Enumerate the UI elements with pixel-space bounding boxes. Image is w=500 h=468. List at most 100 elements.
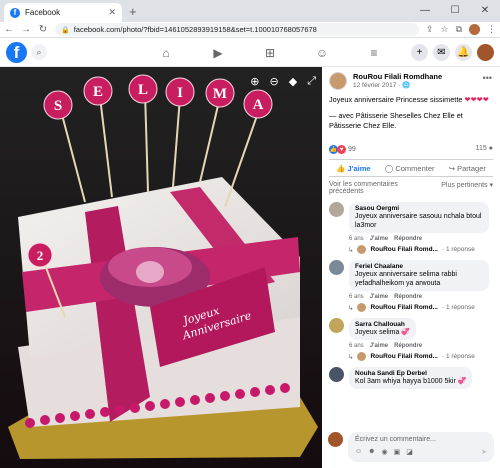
groups-icon[interactable]: ☺ bbox=[296, 46, 348, 60]
reply-thread[interactable]: ↳ RouRou Filali Romd... · 1 réponse bbox=[322, 242, 500, 257]
cake-age-number: 2 bbox=[37, 248, 44, 263]
reply-count: · 1 réponse bbox=[441, 353, 475, 360]
post-text-line2: — avec Pâtisserie Sheselles Chez Elle et… bbox=[329, 111, 463, 130]
marketplace-icon[interactable]: ⊞ bbox=[244, 46, 296, 60]
emoji-icon[interactable]: ☻ bbox=[368, 448, 375, 456]
commenter-avatar[interactable] bbox=[329, 367, 344, 382]
comment-text: Joyeux selima 💞 bbox=[355, 329, 411, 336]
post-options-icon[interactable]: ••• bbox=[483, 73, 492, 83]
my-avatar bbox=[328, 432, 343, 447]
maximize-button[interactable]: ☐ bbox=[440, 0, 470, 22]
post-side-panel: RouRou Filali Romdhane 12 février 2017 ·… bbox=[322, 67, 500, 468]
replier-name: RouRou Filali Romd... bbox=[370, 353, 438, 360]
avatar-sticker-icon[interactable]: ☺ bbox=[355, 448, 362, 456]
send-icon[interactable]: ➤ bbox=[481, 448, 487, 456]
close-window-button[interactable]: ✕ bbox=[470, 0, 500, 22]
share-button[interactable]: ↪ Partager bbox=[449, 164, 486, 173]
tab-close-icon[interactable]: ✕ bbox=[108, 7, 116, 18]
comment-reply-link[interactable]: Répondre bbox=[394, 236, 422, 242]
reply-arrow-icon: ↳ bbox=[348, 304, 354, 312]
share-page-icon[interactable]: ⇪ bbox=[426, 24, 434, 35]
comment-time[interactable]: 6 ans bbox=[349, 343, 364, 349]
reply-count: · 1 réponse bbox=[441, 304, 475, 311]
post-text-line1: Joyeux anniversaire Princesse sissimette bbox=[329, 95, 465, 104]
commenter-name[interactable]: Feriel Chaalane bbox=[355, 263, 483, 270]
create-plus-icon[interactable]: + bbox=[411, 44, 428, 61]
watch-icon[interactable]: ▶ bbox=[192, 46, 244, 60]
comment-like-link[interactable]: J'aime bbox=[370, 236, 388, 242]
reactions-summary[interactable]: 👍 ♥ 99 bbox=[329, 145, 356, 154]
account-avatar[interactable] bbox=[477, 44, 494, 61]
sticker-icon[interactable]: ◪ bbox=[406, 448, 413, 456]
like-button[interactable]: 👍 J'aime bbox=[336, 164, 371, 173]
sort-comments-dropdown[interactable]: Plus pertinents ▾ bbox=[441, 181, 493, 195]
address-bar-row: ← → ↻ 🔒 facebook.com/photo/?fbid=1461052… bbox=[0, 22, 500, 38]
comment-time[interactable]: 6 ans bbox=[349, 236, 364, 242]
url-field[interactable]: 🔒 facebook.com/photo/?fbid=1461052893919… bbox=[55, 23, 419, 36]
profile-avatar-icon[interactable] bbox=[469, 24, 480, 35]
zoom-in-icon[interactable]: ⊕ bbox=[250, 75, 259, 88]
photo-viewer[interactable]: S E L I M A 2 Joyeux Anniversaire ⊕ ⊖ ◆ … bbox=[0, 67, 322, 468]
extensions-icon[interactable]: ⧉ bbox=[456, 24, 462, 35]
forward-icon[interactable]: → bbox=[21, 24, 31, 35]
back-icon[interactable]: ← bbox=[4, 24, 14, 35]
notifications-bell-icon[interactable]: 🔔 bbox=[455, 44, 472, 61]
messenger-icon[interactable]: ✉ bbox=[433, 44, 450, 61]
fullscreen-icon[interactable]: ⤢ bbox=[307, 75, 316, 88]
gif-icon[interactable]: ▣ bbox=[394, 448, 401, 456]
new-tab-button[interactable]: + bbox=[129, 4, 137, 19]
facebook-top-bar: f ⌕ ⌂ ▶ ⊞ ☺ ≡ + ✉ 🔔 bbox=[0, 38, 500, 67]
comment-text: Kol 3am whiya hayya b1000 5kir 💞 bbox=[355, 378, 467, 385]
privacy-globe-icon: 🌐 bbox=[402, 82, 411, 89]
comment-like-link[interactable]: J'aime bbox=[370, 294, 388, 300]
facebook-logo-icon[interactable]: f bbox=[6, 41, 27, 63]
previous-comments-link[interactable]: Voir les commentaires précédents bbox=[329, 181, 419, 195]
commenter-name[interactable]: Nouha Sandi Ep Derbel bbox=[355, 370, 466, 377]
commenter-avatar[interactable] bbox=[329, 260, 344, 275]
comment-text: Joyeux anniversaire sasouu nchala btoul … bbox=[355, 213, 482, 229]
minimize-button[interactable]: — bbox=[410, 0, 440, 22]
lock-icon: 🔒 bbox=[61, 26, 70, 34]
tab-title: Facebook bbox=[25, 8, 61, 17]
tag-icon[interactable]: ◆ bbox=[289, 75, 297, 88]
browser-tab[interactable]: f Facebook ✕ bbox=[4, 3, 122, 22]
comment-time[interactable]: 6 ans bbox=[349, 294, 364, 300]
camera-icon[interactable]: ◉ bbox=[382, 448, 388, 456]
replier-name: RouRou Filali Romd... bbox=[370, 246, 438, 253]
comment-button[interactable]: ◯ Commenter bbox=[385, 164, 435, 173]
cake-letter-3: L bbox=[138, 82, 148, 98]
comment-reply-link[interactable]: Répondre bbox=[394, 343, 422, 349]
commenter-avatar[interactable] bbox=[329, 202, 344, 217]
comment-count[interactable]: 115 bbox=[476, 145, 487, 152]
comment-bubble-icon: ● bbox=[488, 145, 493, 152]
post-hearts: ❤❤❤❤ bbox=[464, 95, 489, 104]
reply-arrow-icon: ↳ bbox=[348, 246, 354, 254]
poster-avatar[interactable] bbox=[329, 72, 347, 90]
cake-photo: S E L I M A 2 Joyeux Anniversaire bbox=[0, 67, 322, 468]
home-icon[interactable]: ⌂ bbox=[140, 46, 192, 60]
commenter-name[interactable]: Sarra Challouah bbox=[355, 321, 410, 328]
love-reaction-icon: ♥ bbox=[337, 145, 346, 154]
comment-input[interactable]: Écrivez un commentaire... ☺ ☻ ◉ ▣ ◪ ➤ bbox=[348, 432, 494, 462]
cake-letter-4: I bbox=[177, 85, 183, 101]
zoom-out-icon[interactable]: ⊖ bbox=[270, 75, 279, 88]
post-date[interactable]: 12 février 2017 · bbox=[353, 82, 402, 89]
bookmark-star-icon[interactable]: ☆ bbox=[440, 24, 448, 35]
comment-item: Feriel Chaalane Joyeux anniversaire seli… bbox=[322, 257, 500, 294]
commenter-name[interactable]: Sasou Oergmi bbox=[355, 205, 483, 212]
cake-letter-6: A bbox=[253, 97, 264, 113]
browser-menu-icon[interactable]: ⋮ bbox=[487, 24, 496, 35]
search-icon[interactable]: ⌕ bbox=[31, 44, 47, 60]
reload-icon[interactable]: ↻ bbox=[38, 24, 48, 35]
reply-thread[interactable]: ↳ RouRou Filali Romd... · 1 réponse bbox=[322, 349, 500, 364]
reaction-count: 99 bbox=[348, 146, 356, 153]
comment-reply-link[interactable]: Répondre bbox=[394, 294, 422, 300]
poster-name[interactable]: RouRou Filali Romdhane bbox=[353, 72, 442, 81]
commenter-avatar[interactable] bbox=[329, 318, 344, 333]
replier-name: RouRou Filali Romd... bbox=[370, 304, 438, 311]
menu-icon[interactable]: ≡ bbox=[348, 46, 400, 60]
comment-composer: Écrivez un commentaire... ☺ ☻ ◉ ▣ ◪ ➤ bbox=[328, 432, 494, 462]
comment-like-link[interactable]: J'aime bbox=[370, 343, 388, 349]
reply-arrow-icon: ↳ bbox=[348, 353, 354, 361]
reply-thread[interactable]: ↳ RouRou Filali Romd... · 1 réponse bbox=[322, 300, 500, 315]
